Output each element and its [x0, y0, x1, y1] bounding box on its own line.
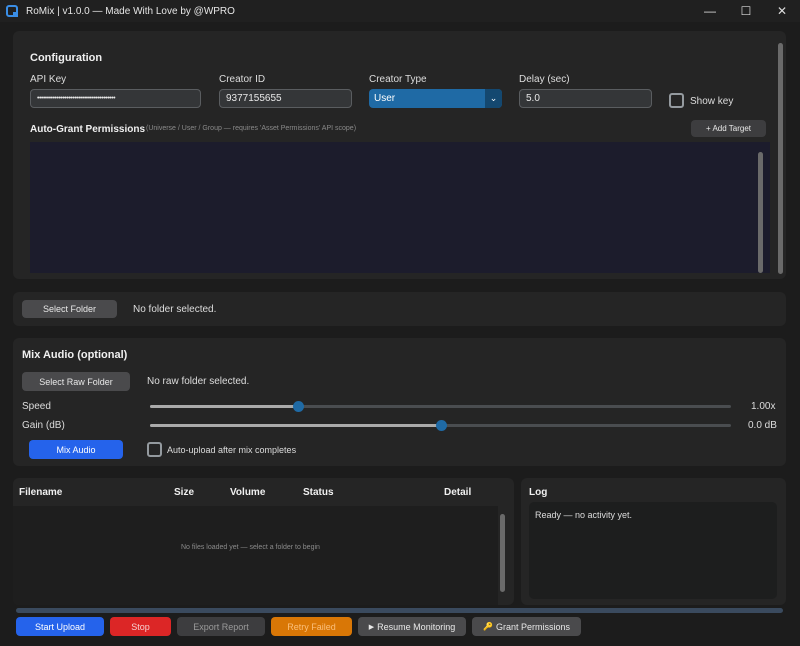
resume-monitoring-button[interactable]: ▶ Resume Monitoring — [358, 617, 466, 636]
column-header-detail[interactable]: Detail — [444, 487, 471, 498]
files-panel: Filename Size Volume Status Detail No fi… — [13, 478, 514, 605]
speed-slider-fill — [150, 405, 299, 408]
creator-id-label: Creator ID — [219, 74, 266, 85]
api-key-label: API Key — [30, 74, 67, 85]
creator-type-select[interactable]: User ⌄ — [369, 89, 502, 108]
gain-slider-fill — [150, 424, 441, 427]
show-key-checkbox[interactable] — [669, 93, 684, 108]
gain-value: 0.0 dB — [748, 420, 777, 431]
targets-scrollbar[interactable] — [758, 152, 763, 273]
chevron-down-icon: ⌄ — [485, 89, 502, 108]
start-upload-button[interactable]: Start Upload — [16, 617, 104, 636]
speed-label: Speed — [22, 401, 51, 412]
mix-audio-heading: Mix Audio (optional) — [22, 349, 128, 361]
gain-slider-handle[interactable] — [435, 420, 447, 431]
folder-status: No folder selected. — [133, 304, 217, 315]
files-scrollbar[interactable] — [500, 514, 505, 592]
upload-progress-bar — [16, 608, 783, 613]
auto-grant-hint: (Universe / User / Group — requires 'Ass… — [146, 125, 357, 132]
export-report-button[interactable]: Export Report — [177, 617, 265, 636]
column-header-status[interactable]: Status — [303, 487, 334, 498]
window-title: RoMix | v1.0.0 — Made With Love by @WPRO — [26, 5, 235, 17]
mix-audio-button[interactable]: Mix Audio — [29, 440, 123, 459]
auto-grant-targets-list[interactable] — [30, 142, 770, 273]
delay-field[interactable]: 5.0 — [519, 89, 652, 108]
log-panel: Log Ready — no activity yet. — [521, 478, 786, 605]
files-empty-message: No files loaded yet — select a folder to… — [181, 544, 320, 551]
select-raw-folder-button[interactable]: Select Raw Folder — [22, 372, 130, 391]
column-header-volume[interactable]: Volume — [230, 487, 265, 498]
close-button[interactable]: ✕ — [764, 0, 800, 22]
select-folder-button[interactable]: Select Folder — [22, 300, 117, 318]
speed-slider[interactable] — [150, 401, 731, 412]
grant-permissions-label: Grant Permissions — [495, 621, 570, 632]
column-header-filename[interactable]: Filename — [19, 487, 62, 498]
creator-id-field[interactable]: 9377155655 — [219, 89, 352, 108]
add-target-button[interactable]: + Add Target — [691, 120, 766, 137]
title-bar: RoMix | v1.0.0 — Made With Love by @WPRO… — [0, 0, 800, 22]
configuration-heading: Configuration — [30, 52, 103, 64]
creator-type-label: Creator Type — [369, 74, 427, 85]
log-output[interactable]: Ready — no activity yet. — [529, 502, 777, 599]
mix-audio-panel: Mix Audio (optional) Select Raw Folder N… — [13, 338, 786, 466]
key-icon: 🔑 — [483, 622, 493, 631]
retry-failed-button[interactable]: Retry Failed — [271, 617, 352, 636]
minimize-button[interactable]: — — [692, 0, 728, 22]
auto-upload-checkbox[interactable] — [147, 442, 162, 457]
grant-permissions-button[interactable]: 🔑 Grant Permissions — [472, 617, 581, 636]
log-heading: Log — [529, 487, 548, 498]
gain-label: Gain (dB) — [22, 420, 65, 431]
speed-value: 1.00x — [751, 401, 776, 412]
gain-slider[interactable] — [150, 420, 731, 431]
config-scrollbar[interactable] — [778, 43, 783, 274]
app-icon — [6, 5, 18, 17]
creator-type-value: User — [374, 93, 396, 104]
column-header-size[interactable]: Size — [174, 487, 194, 498]
stop-button[interactable]: Stop — [110, 617, 171, 636]
delay-label: Delay (sec) — [519, 74, 570, 85]
configuration-panel: Configuration API Key ••••••••••••••••••… — [13, 31, 786, 279]
auto-grant-heading: Auto-Grant Permissions — [30, 124, 146, 135]
resume-monitoring-label: Resume Monitoring — [377, 621, 456, 632]
auto-upload-label: Auto-upload after mix completes — [167, 445, 297, 455]
maximize-button[interactable]: ☐ — [728, 0, 764, 22]
speed-slider-handle[interactable] — [293, 401, 305, 412]
play-icon: ▶ — [368, 623, 375, 631]
folder-panel: Select Folder No folder selected. — [13, 292, 786, 326]
files-list[interactable] — [13, 506, 498, 605]
log-text: Ready — no activity yet. — [535, 510, 633, 520]
api-key-field[interactable]: •••••••••••••••••••••••••••••••••••••••• — [30, 89, 201, 108]
raw-folder-status: No raw folder selected. — [147, 376, 250, 387]
show-key-label: Show key — [690, 96, 734, 107]
